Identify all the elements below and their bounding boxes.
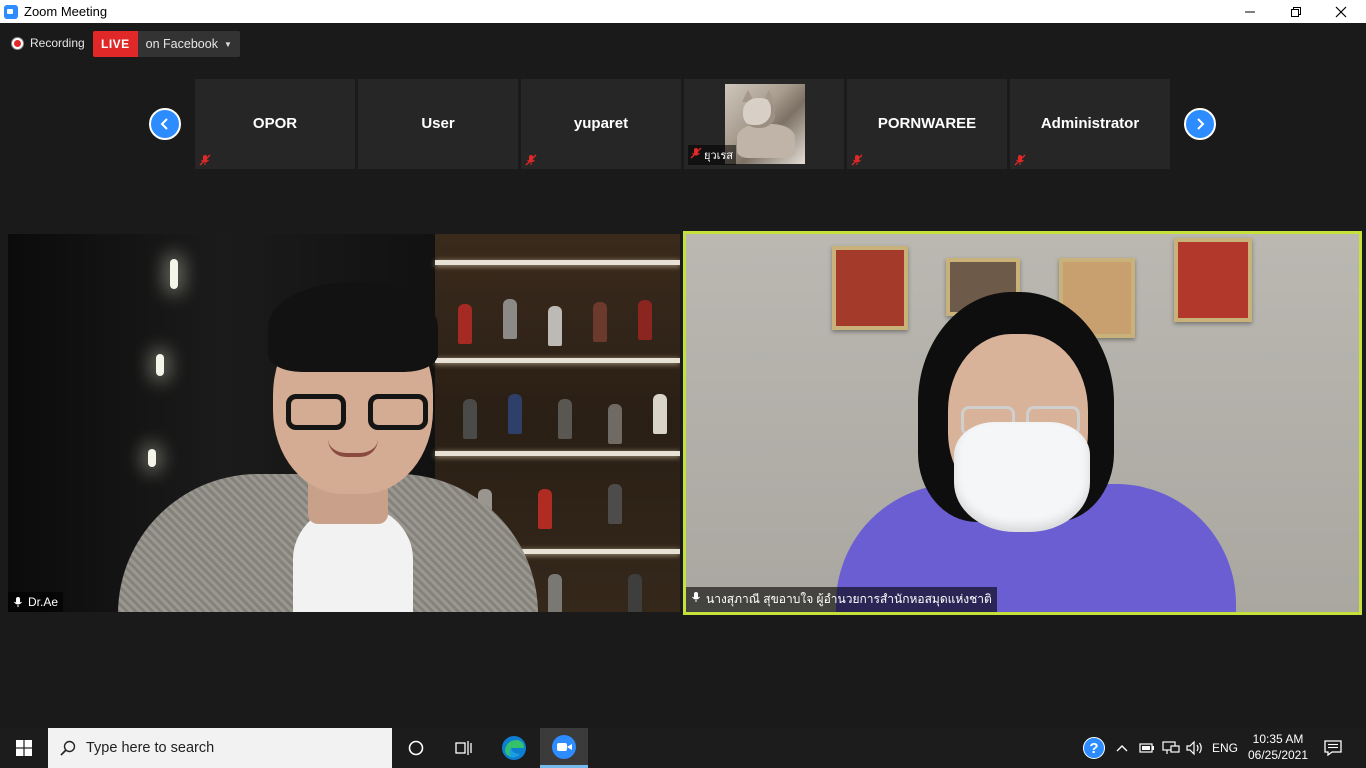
edge-browser-icon [502,736,526,760]
input-language-indicator[interactable]: ENG [1212,741,1238,755]
title-bar: Zoom Meeting [0,0,1366,23]
search-icon [60,740,76,756]
record-icon [12,37,23,49]
mic-icon [692,592,700,602]
participant-thumbnail[interactable]: ยุวเรส [684,79,844,169]
show-hidden-icons-button[interactable] [1112,728,1132,768]
cortana-circle-icon [408,740,424,756]
live-badge: LIVE [93,31,138,57]
chevron-right-icon [1197,118,1205,130]
portrait-frame [1174,238,1252,322]
recording-label: Recording [30,36,85,50]
live-destination-label: on Facebook [145,37,218,51]
live-stream-indicator[interactable]: LIVE on Facebook ▼ [93,31,240,57]
participant-name: ยุวเรส [704,150,734,162]
minimize-icon [1245,11,1255,12]
close-icon [1335,6,1347,17]
muted-mic-icon [690,147,702,159]
participant-name: PORNWAREE [877,115,977,132]
zoom-app-icon [4,4,18,19]
cortana-button[interactable] [392,728,440,768]
volume-icon [1186,741,1202,755]
battery-button[interactable] [1136,728,1158,768]
chevron-left-icon [160,118,168,130]
portrait-frame [832,246,908,330]
mic-icon [14,597,22,607]
taskbar-search-box[interactable]: Type here to search [48,728,392,768]
help-button[interactable]: ? [1080,728,1108,768]
action-center-button[interactable] [1318,728,1348,768]
edge-taskbar-button[interactable] [490,728,538,768]
participant-thumbnail[interactable]: yuparet [521,79,681,169]
minimize-button[interactable] [1227,0,1273,23]
network-button[interactable] [1160,728,1182,768]
task-view-icon [455,741,472,755]
muted-mic-icon [199,153,211,166]
help-icon: ? [1083,737,1105,759]
participant-name-tag: นางสุภาณี สุขอาบใจ ผู้อำนวยการสำนักหอสมุ… [686,587,997,612]
zoom-taskbar-button[interactable] [540,728,588,768]
taskbar: Type here to search ? ENG 10:35 AM 06/25… [0,728,1366,768]
window-title: Zoom Meeting [24,4,108,19]
volume-button[interactable] [1184,728,1206,768]
notification-icon [1324,740,1342,756]
restore-button[interactable] [1273,0,1319,23]
muted-mic-icon [1014,153,1026,166]
search-placeholder: Type here to search [86,740,215,756]
face-mask [954,422,1090,532]
battery-icon [1139,743,1154,753]
start-button[interactable] [0,728,48,768]
close-button[interactable] [1318,0,1364,23]
participant-name: User [421,115,455,132]
windows-logo-icon [16,740,32,756]
participant-name-tag: Dr.Ae [8,592,64,612]
restore-icon [1291,6,1301,17]
participant-name: yuparet [573,115,629,132]
live-destination-dropdown[interactable]: on Facebook ▼ [137,31,240,57]
participant-thumbnail[interactable]: PORNWAREE [847,79,1007,169]
participant-thumbnail[interactable]: User [358,79,518,169]
participant-thumbnail[interactable]: Administrator [1010,79,1170,169]
video-tile-dr-ae[interactable]: Dr.Ae [8,234,680,612]
clock[interactable]: 10:35 AM 06/25/2021 [1244,731,1312,765]
participant-name-tag: ยุวเรส [688,145,737,165]
participant-name: Administrator [1040,115,1140,132]
participant-name: OPOR [252,115,298,132]
video-tile-active-speaker[interactable]: นางสุภาณี สุขอาบใจ ผู้อำนวยการสำนักหอสมุ… [683,231,1362,615]
clock-date: 06/25/2021 [1247,748,1309,762]
network-icon [1162,741,1180,754]
participant-photo-cat [725,84,805,164]
participant-name: Dr.Ae [28,595,59,609]
muted-mic-icon [851,153,863,166]
clock-time: 10:35 AM [1252,732,1304,746]
meeting-area: Recording LIVE on Facebook ▼ OPOR User y… [0,23,1366,728]
muted-mic-icon [525,153,537,166]
chevron-down-icon: ▼ [223,39,232,49]
previous-page-button[interactable] [149,108,181,140]
next-page-button[interactable] [1184,108,1216,140]
participant-name: นางสุภาณี สุขอาบใจ ผู้อำนวยการสำนักหอสมุ… [706,592,992,606]
task-view-button[interactable] [440,728,488,768]
chevron-up-icon [1116,745,1128,752]
participant-thumbnail[interactable]: OPOR [195,79,355,169]
zoom-camera-icon [552,735,576,759]
recording-indicator[interactable]: Recording [12,36,85,50]
